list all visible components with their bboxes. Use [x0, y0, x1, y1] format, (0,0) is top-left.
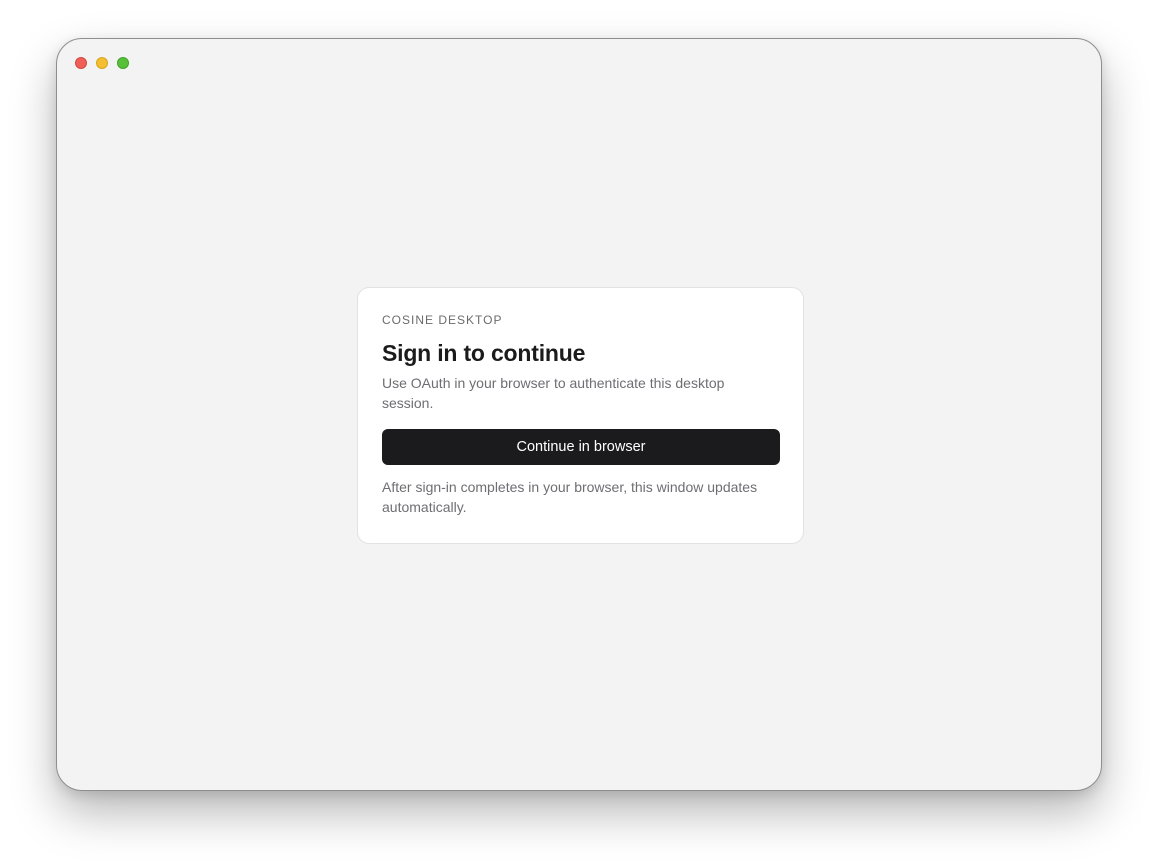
window-controls [75, 57, 129, 69]
app-window: COSINE DESKTOP Sign in to continue Use O… [56, 38, 1102, 791]
footnote-text: After sign-in completes in your browser,… [382, 479, 758, 515]
minimize-window-button[interactable] [96, 57, 108, 69]
page-title: Sign in to continue [382, 340, 586, 366]
close-window-button[interactable] [75, 57, 87, 69]
continue-in-browser-button[interactable]: Continue in browser [382, 429, 780, 465]
description-text: Use OAuth in your browser to authenticat… [382, 375, 725, 411]
app-name-label: COSINE DESKTOP [382, 313, 503, 327]
desktop: COSINE DESKTOP Sign in to continue Use O… [0, 0, 1159, 866]
sign-in-card: COSINE DESKTOP Sign in to continue Use O… [357, 287, 804, 544]
zoom-window-button[interactable] [117, 57, 129, 69]
